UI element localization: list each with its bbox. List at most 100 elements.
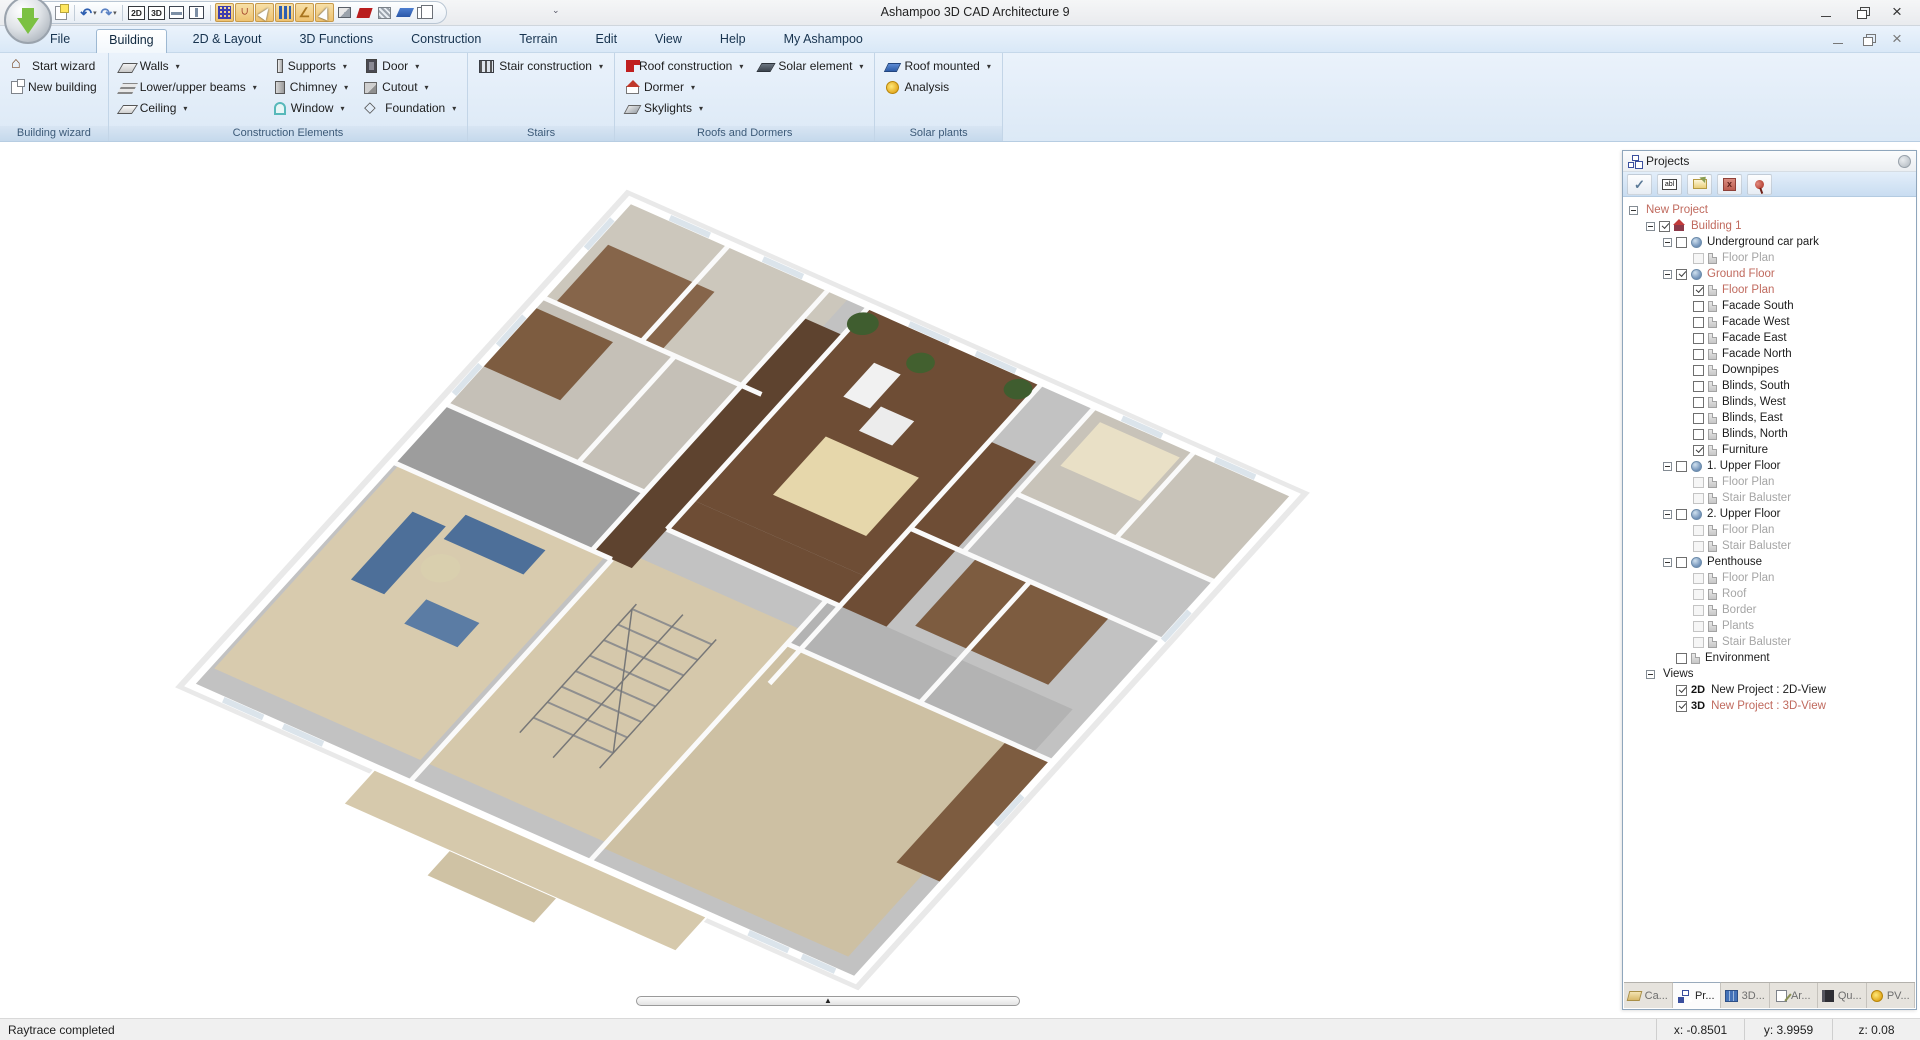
redo-icon[interactable]: ↷▾ xyxy=(99,3,118,22)
ceiling-button[interactable]: Ceiling▾ xyxy=(117,99,260,117)
tab-view[interactable]: View xyxy=(643,29,694,53)
minimize-icon[interactable] xyxy=(1820,6,1834,20)
tree-item-facade-west[interactable]: Facade West xyxy=(1629,314,1915,330)
tree-item-floor-plan[interactable]: Floor Plan xyxy=(1629,282,1915,298)
tree-item-views[interactable]: Views xyxy=(1629,666,1915,682)
tree-checkbox[interactable] xyxy=(1693,317,1704,328)
dropdown-arrow-icon[interactable]: ▾ xyxy=(113,9,117,17)
dropdown-arrow-icon[interactable]: ▾ xyxy=(183,104,187,113)
magnet-snap-icon[interactable]: ∩ xyxy=(235,3,254,22)
tree-item-blinds-west[interactable]: Blinds, West xyxy=(1629,394,1915,410)
copy-icon[interactable]: ▾ xyxy=(415,3,434,22)
roof-mounted-button[interactable]: Roof mounted▾ xyxy=(883,57,993,75)
tree-item-downpipes[interactable]: Downpipes xyxy=(1629,362,1915,378)
tree-checkbox[interactable] xyxy=(1676,237,1687,248)
cursor-icon[interactable] xyxy=(315,3,334,22)
dropdown-arrow-icon[interactable]: ▾ xyxy=(415,62,419,71)
dropdown-arrow-icon[interactable]: ▾ xyxy=(987,62,991,71)
tree-item-floor-plan[interactable]: Floor Plan xyxy=(1629,522,1915,538)
dropdown-arrow-icon[interactable]: ▾ xyxy=(859,62,863,71)
tree-checkbox[interactable] xyxy=(1693,429,1704,440)
grid-icon[interactable] xyxy=(215,3,234,22)
tree-checkbox[interactable] xyxy=(1693,285,1704,296)
tree-checkbox[interactable] xyxy=(1676,509,1687,520)
tab-my-ashampoo[interactable]: My Ashampoo xyxy=(772,29,875,53)
dropdown-arrow-icon[interactable]: ▾ xyxy=(176,62,180,71)
tree-item-new-project[interactable]: New Project xyxy=(1629,202,1915,218)
tree-checkbox[interactable] xyxy=(1676,461,1687,472)
stair-construction-button[interactable]: Stair construction▾ xyxy=(476,57,606,75)
tab-construction[interactable]: Construction xyxy=(399,29,493,53)
new-building-button[interactable]: New building xyxy=(8,78,100,96)
panel-tab-areas[interactable]: Ar... xyxy=(1770,983,1819,1008)
tree-item-stair-baluster[interactable]: Stair Baluster xyxy=(1629,634,1915,650)
new-file-icon[interactable] xyxy=(51,3,70,22)
tree-item-blinds-south[interactable]: Blinds, South xyxy=(1629,378,1915,394)
tree-checkbox[interactable] xyxy=(1693,333,1704,344)
tree-item-2-upper-floor[interactable]: 2. Upper Floor xyxy=(1629,506,1915,522)
dropdown-arrow-icon[interactable]: ▾ xyxy=(599,62,603,71)
tree-item-floor-plan[interactable]: Floor Plan xyxy=(1629,250,1915,266)
tree-expander-icon[interactable] xyxy=(1663,510,1672,519)
panel-tab-pv[interactable]: PV... xyxy=(1867,983,1916,1008)
foundation-button[interactable]: Foundation▾ xyxy=(361,99,459,117)
tree-checkbox[interactable] xyxy=(1676,701,1687,712)
toolbar-overflow-icon[interactable]: ⌄ xyxy=(552,5,560,16)
close-icon[interactable] xyxy=(1892,6,1906,20)
dropdown-arrow-icon[interactable]: ▾ xyxy=(425,83,429,92)
tree-item-underground-car-park[interactable]: Underground car park xyxy=(1629,234,1915,250)
panel-pin-icon[interactable] xyxy=(1898,155,1911,168)
tree-expander-icon[interactable] xyxy=(1663,238,1672,247)
construction-aids-icon[interactable]: ∠ xyxy=(295,3,314,22)
edit-project-button[interactable] xyxy=(1687,174,1712,195)
undo-icon[interactable]: ↶▾ xyxy=(79,3,98,22)
tree-item-floor-plan[interactable]: Floor Plan xyxy=(1629,570,1915,586)
rename-button[interactable]: abl xyxy=(1657,174,1682,195)
dropdown-arrow-icon[interactable]: ▾ xyxy=(691,83,695,92)
tree-item-facade-east[interactable]: Facade East xyxy=(1629,330,1915,346)
tree-expander-icon[interactable] xyxy=(1663,462,1672,471)
3d-view-canvas[interactable]: ▲ xyxy=(0,142,1622,1018)
split-horizontal-icon[interactable] xyxy=(167,3,186,22)
tree-item-floor-plan[interactable]: Floor Plan xyxy=(1629,474,1915,490)
roof-tool-icon[interactable] xyxy=(355,3,374,22)
tree-checkbox[interactable] xyxy=(1659,221,1670,232)
2d-view-icon[interactable]: 2D xyxy=(127,3,146,22)
restore-icon[interactable] xyxy=(1856,6,1870,20)
window-button[interactable]: Window▾ xyxy=(270,99,351,117)
cutout-button[interactable]: Cutout▾ xyxy=(361,78,459,96)
walls-button[interactable]: Walls▾ xyxy=(117,57,260,75)
tree-checkbox[interactable] xyxy=(1693,365,1704,376)
dropdown-arrow-icon[interactable]: ▾ xyxy=(253,83,257,92)
tree-expander-icon[interactable] xyxy=(1646,670,1655,679)
tab-building[interactable]: Building xyxy=(96,29,166,53)
tree-item-penthouse[interactable]: Penthouse xyxy=(1629,554,1915,570)
tree-expander-icon[interactable] xyxy=(1663,558,1672,567)
dropdown-arrow-icon[interactable]: ▾ xyxy=(93,9,97,17)
dropdown-arrow-icon[interactable]: ▾ xyxy=(343,62,347,71)
split-vertical-icon[interactable] xyxy=(187,3,206,22)
tree-item-new-project-3d-view[interactable]: 3DNew Project : 3D-View xyxy=(1629,698,1915,714)
roof-construction-button[interactable]: Roof construction▾ xyxy=(623,57,746,75)
doc-restore-icon[interactable] xyxy=(1862,33,1876,47)
tree-item-environment[interactable]: Environment xyxy=(1629,650,1915,666)
3d-view-icon[interactable]: 3D xyxy=(147,3,166,22)
texture-icon[interactable] xyxy=(395,3,414,22)
tree-item-1-upper-floor[interactable]: 1. Upper Floor xyxy=(1629,458,1915,474)
tab-3d-functions[interactable]: 3D Functions xyxy=(287,29,385,53)
mirror-icon[interactable] xyxy=(335,3,354,22)
skylights-button[interactable]: Skylights▾ xyxy=(623,99,746,117)
tree-item-facade-south[interactable]: Facade South xyxy=(1629,298,1915,314)
dropdown-arrow-icon[interactable]: ▾ xyxy=(699,104,703,113)
tree-checkbox[interactable] xyxy=(1693,349,1704,360)
tree-checkbox[interactable] xyxy=(1693,301,1704,312)
parallel-lines-icon[interactable] xyxy=(275,3,294,22)
tree-item-building-1[interactable]: Building 1 xyxy=(1629,218,1915,234)
chimney-button[interactable]: Chimney▾ xyxy=(270,78,351,96)
door-button[interactable]: Door▾ xyxy=(361,57,459,75)
tree-item-stair-baluster[interactable]: Stair Baluster xyxy=(1629,490,1915,506)
tree-checkbox[interactable] xyxy=(1693,445,1704,456)
doc-close-icon[interactable] xyxy=(1892,33,1906,47)
tree-item-stair-baluster[interactable]: Stair Baluster xyxy=(1629,538,1915,554)
tree-item-plants[interactable]: Plants xyxy=(1629,618,1915,634)
